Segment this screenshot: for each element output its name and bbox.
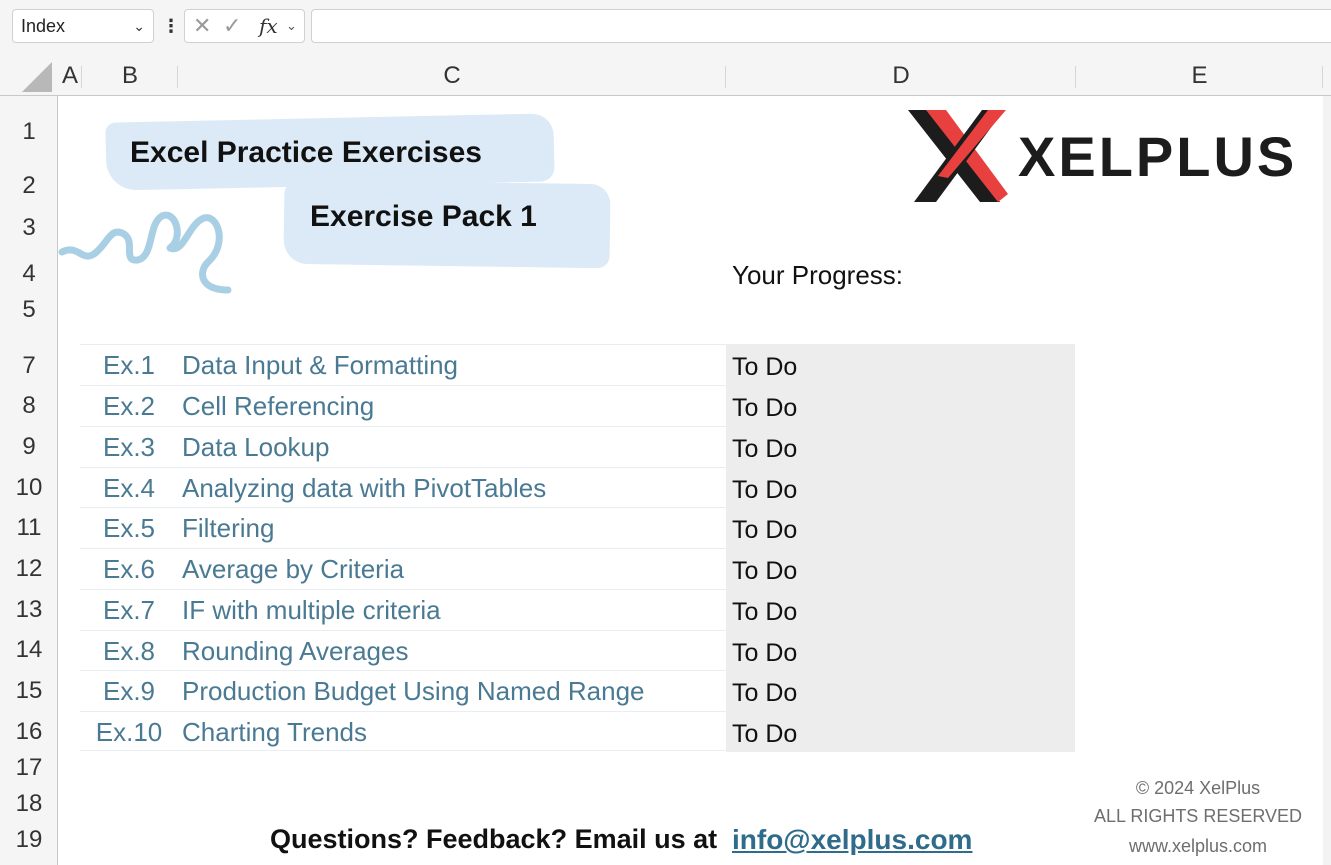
exercise-number: Ex.3 <box>102 432 156 462</box>
name-box[interactable]: Index ⌄ <box>12 9 154 43</box>
row-header[interactable]: 4 <box>0 260 58 288</box>
exercise-link[interactable]: Cell Referencing <box>182 386 374 426</box>
exercise-number: Ex.9 <box>102 676 156 706</box>
exercise-status[interactable]: To Do <box>732 470 797 510</box>
row-header[interactable]: 10 <box>0 474 58 502</box>
row-header[interactable]: 14 <box>0 636 58 664</box>
exercise-row[interactable]: Ex.7 IF with multiple criteria <box>80 589 726 629</box>
column-headers: A B C D E <box>0 56 1331 96</box>
row-header[interactable]: 9 <box>0 433 58 461</box>
row-header[interactable]: 19 <box>0 826 58 854</box>
name-box-value: Index <box>21 16 66 36</box>
sheet-edge <box>1323 96 1331 865</box>
row-header[interactable]: 2 <box>0 172 58 200</box>
website-text: www.xelplus.com <box>1128 836 1268 856</box>
cancel-icon[interactable]: ✕ <box>193 10 211 42</box>
row-header[interactable]: 12 <box>0 555 58 583</box>
exercise-row[interactable]: Ex.1 Data Input & Formatting <box>80 344 726 384</box>
x-logo-icon <box>908 110 1008 202</box>
exercise-row[interactable]: Ex.3 Data Lookup <box>80 426 726 466</box>
column-header-d[interactable]: D <box>726 56 1076 96</box>
insert-function-icon[interactable]: fx <box>259 10 278 42</box>
exercise-number: Ex.2 <box>102 391 156 421</box>
row-header[interactable]: 11 <box>0 514 58 542</box>
exercise-link[interactable]: Charting Trends <box>182 712 367 752</box>
page-subtitle: Exercise Pack 1 <box>310 200 537 233</box>
exercise-link[interactable]: Data Input & Formatting <box>182 345 458 385</box>
select-all-corner[interactable] <box>0 56 58 96</box>
exercise-link[interactable]: Analyzing data with PivotTables <box>182 468 546 508</box>
exercise-link[interactable]: Data Lookup <box>182 427 329 467</box>
exercise-number: Ex.6 <box>102 554 156 584</box>
enter-check-icon[interactable]: ✓ <box>223 10 241 42</box>
row-header[interactable]: 18 <box>0 790 58 818</box>
page-title: Excel Practice Exercises <box>130 136 482 169</box>
exercise-status[interactable]: To Do <box>732 510 797 550</box>
worksheet[interactable]: Excel Practice Exercises Exercise Pack 1… <box>58 96 1323 865</box>
exercise-number: Ex.1 <box>102 350 156 380</box>
exercise-status[interactable]: To Do <box>732 429 797 469</box>
row-headers: 1 2 3 4 5 7 8 9 10 11 12 13 14 15 16 17 … <box>0 96 58 865</box>
exercise-status[interactable]: To Do <box>732 714 797 754</box>
column-header-a[interactable]: A <box>58 56 82 96</box>
exercise-row[interactable]: Ex.4 Analyzing data with PivotTables <box>80 467 726 507</box>
exercise-row[interactable]: Ex.6 Average by Criteria <box>80 548 726 588</box>
column-header-b[interactable]: B <box>82 56 178 96</box>
row-header[interactable]: 7 <box>0 352 58 380</box>
exercise-status[interactable]: To Do <box>732 347 797 387</box>
formula-input[interactable] <box>311 9 1331 43</box>
exercise-row[interactable]: Ex.2 Cell Referencing <box>80 385 726 425</box>
row-header[interactable]: 15 <box>0 677 58 705</box>
exercise-row[interactable]: Ex.9 Production Budget Using Named Range <box>80 670 726 710</box>
more-options-icon[interactable]: ⋮ <box>162 12 180 40</box>
row-header[interactable]: 16 <box>0 718 58 746</box>
row-header[interactable]: 3 <box>0 214 58 242</box>
copyright-text: © 2024 XelPlus <box>1135 778 1261 798</box>
exercise-number: Ex.5 <box>102 513 156 543</box>
column-header-e[interactable]: E <box>1076 56 1323 96</box>
exercise-link[interactable]: Production Budget Using Named Range <box>182 671 645 711</box>
exercise-row[interactable]: Ex.5 Filtering <box>80 507 726 547</box>
exercise-number: Ex.10 <box>95 717 163 747</box>
questions-text: Questions? Feedback? Email us at <box>270 824 718 854</box>
exercise-link[interactable]: Average by Criteria <box>182 549 404 589</box>
row-header[interactable]: 5 <box>0 296 58 324</box>
row-header[interactable]: 17 <box>0 754 58 782</box>
exercise-status[interactable]: To Do <box>732 592 797 632</box>
exercise-link[interactable]: Rounding Averages <box>182 631 408 671</box>
formula-controls: ✕ ✓ fx ⌄ <box>184 9 305 43</box>
exercise-link[interactable]: IF with multiple criteria <box>182 590 441 630</box>
email-link[interactable]: info@xelplus.com <box>732 824 972 856</box>
exercise-number: Ex.4 <box>102 473 156 503</box>
progress-label: Your Progress: <box>732 260 904 290</box>
exercise-status[interactable]: To Do <box>732 388 797 428</box>
brand-name: XELPLUS <box>1018 125 1298 188</box>
column-header-c[interactable]: C <box>178 56 726 96</box>
exercise-number: Ex.8 <box>102 636 156 666</box>
rights-text: ALL RIGHTS RESERVED <box>1093 806 1303 826</box>
chevron-down-icon[interactable]: ⌄ <box>286 10 297 42</box>
exercise-row[interactable]: Ex.10 Charting Trends <box>80 711 726 751</box>
exercise-status[interactable]: To Do <box>732 633 797 673</box>
exercise-number: Ex.7 <box>102 595 156 625</box>
xelplus-logo: XELPLUS <box>904 104 1314 208</box>
exercise-row[interactable]: Ex.8 Rounding Averages <box>80 630 726 670</box>
row-header[interactable]: 1 <box>0 118 58 146</box>
decorative-scribble <box>58 211 232 294</box>
chevron-down-icon[interactable]: ⌄ <box>133 10 145 42</box>
row-header[interactable]: 13 <box>0 596 58 624</box>
row-header[interactable]: 8 <box>0 392 58 420</box>
exercise-status[interactable]: To Do <box>732 551 797 591</box>
formula-bar: Index ⌄ ⋮ ✕ ✓ fx ⌄ <box>0 0 1331 56</box>
exercise-link[interactable]: Filtering <box>182 508 274 548</box>
exercise-status[interactable]: To Do <box>732 673 797 713</box>
